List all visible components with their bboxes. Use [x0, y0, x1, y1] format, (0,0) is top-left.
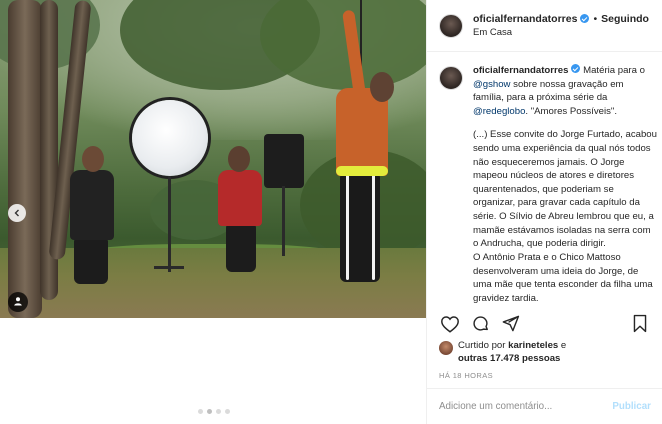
avatar[interactable] [439, 13, 463, 38]
share-button[interactable] [499, 315, 521, 337]
comment-icon [471, 314, 490, 338]
bookmark-icon [632, 314, 648, 338]
likes-summary: Curtido por karineteles e outras 17.478 … [439, 340, 566, 366]
mention-redeglobo[interactable]: @redeglobo [473, 106, 525, 117]
carousel-dot-active [207, 409, 212, 414]
caption: oficialfernandatorres Matéria para o @gs… [439, 64, 657, 308]
likes-others-link[interactable]: outras 17.478 pessoas [458, 353, 560, 364]
comment-bar: Publicar [427, 388, 662, 424]
carousel-dot [198, 409, 203, 414]
caption-intro3: . "Amores Possíveis". [525, 105, 618, 117]
comment-input[interactable] [439, 401, 613, 412]
caption-avatar[interactable] [439, 66, 463, 90]
likes-joiner: e [558, 340, 567, 351]
heart-icon [440, 315, 460, 338]
header-username[interactable]: oficialfernandatorres [473, 13, 577, 26]
user-tag-icon [13, 293, 23, 311]
post-header: oficialfernandatorres • Seguindo Em Casa [427, 0, 662, 52]
film-camera [264, 134, 304, 188]
likes-prefix: Curtido por [458, 340, 509, 351]
location-link[interactable]: Em Casa [473, 27, 649, 38]
carousel-dot [216, 409, 221, 414]
chevron-left-icon [13, 206, 21, 220]
comment-button[interactable] [469, 315, 491, 337]
user-tag-button[interactable] [8, 292, 28, 312]
share-icon [501, 314, 520, 338]
liker-username[interactable]: karineteles [508, 340, 558, 351]
carousel-prev-button[interactable] [8, 204, 26, 222]
action-bar [439, 314, 651, 338]
verified-icon [571, 64, 581, 73]
caption-username[interactable]: oficialfernandatorres [473, 65, 568, 76]
light-reflector [132, 100, 208, 176]
post-side-panel: oficialfernandatorres • Seguindo Em Casa… [426, 0, 662, 424]
like-button[interactable] [439, 315, 461, 337]
caption-paragraph: O Antônio Prata e o Chico Mattoso desenv… [473, 251, 653, 304]
caption-text: oficialfernandatorres Matéria para o @gs… [473, 64, 657, 308]
carousel-dot [225, 409, 230, 414]
liker-avatar[interactable] [439, 341, 453, 355]
carousel-indicator [198, 409, 230, 414]
mention-gshow[interactable]: @gshow [473, 79, 510, 90]
post-timestamp[interactable]: HÁ 18 HORAS [439, 371, 493, 380]
caption-paragraph: (...) Esse convite do Jorge Furtado, aca… [473, 129, 657, 250]
publish-button[interactable]: Publicar [612, 401, 651, 412]
save-button[interactable] [629, 314, 651, 338]
post-photo[interactable] [0, 0, 426, 318]
following-button[interactable]: Seguindo [601, 13, 649, 26]
separator: • [593, 12, 598, 25]
verified-icon [580, 14, 590, 24]
caption-intro: Matéria para o [583, 65, 645, 76]
